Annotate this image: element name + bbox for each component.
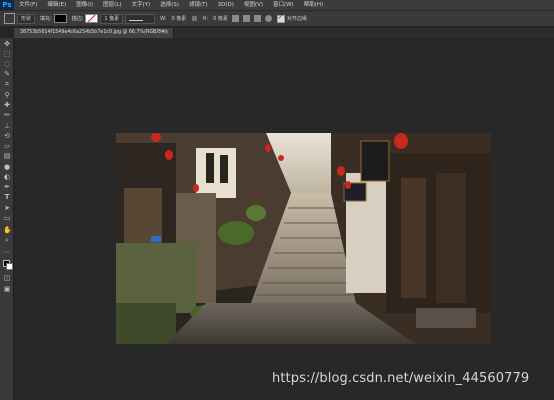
menu-bar: Ps 文件(F) 编辑(E) 图像(I) 图层(L) 文字(Y) 选择(S) 滤… — [0, 0, 554, 10]
checkbox-icon[interactable] — [276, 14, 285, 23]
stroke-label: 描边: — [71, 16, 84, 22]
document-tab-bar: 38753b5614f1549e4c6a254b5b7e1c0.jpg @ 66… — [14, 28, 554, 38]
old-town-stairway-photo — [116, 133, 491, 344]
width-field[interactable]: 0 像素 — [172, 15, 187, 22]
options-bar: 形状 填充: 描边: 1 像素 W: 0 像素 ⛓ H: 0 像素 对齐边缘 — [0, 10, 554, 27]
stroke-swatch[interactable] — [85, 14, 99, 23]
menu-type[interactable]: 文字(Y) — [127, 0, 156, 10]
document-image[interactable] — [116, 133, 491, 344]
menu-window[interactable]: 窗口(W) — [268, 0, 299, 10]
move-tool-icon[interactable]: ✥ — [3, 40, 11, 48]
menu-help[interactable]: 帮助(H) — [299, 0, 328, 10]
healing-brush-tool-icon[interactable]: ✚ — [3, 101, 11, 109]
menu-3d[interactable]: 3D(D) — [213, 0, 239, 10]
fill-label: 填充: — [40, 16, 52, 22]
marquee-tool-icon[interactable]: ⬚ — [3, 50, 11, 58]
document-tab-title: 38753b5614f1549e4c6a254b5b7e1c0.jpg @ 66… — [20, 30, 167, 35]
path-arrangement-icon[interactable] — [253, 15, 261, 22]
menu-image[interactable]: 图像(I) — [71, 0, 98, 10]
eraser-tool-icon[interactable]: ▱ — [3, 142, 11, 150]
history-brush-tool-icon[interactable]: ⟲ — [3, 132, 11, 140]
watermark-url: https://blog.csdn.net/weixin_44560779 — [272, 371, 530, 386]
hand-tool-icon[interactable]: ✋ — [3, 226, 12, 234]
menu-edit[interactable]: 编辑(E) — [42, 0, 71, 10]
more-tools-icon[interactable]: ⋯ — [3, 248, 11, 256]
tools-panel: ✥ ⬚ ◌ ✎ ⌗ ⚲ ✚ ✏ ⊥ ⟲ ▱ ▤ ● ◐ ✒ T ➤ ▭ ✋ ⌕ … — [0, 38, 14, 400]
h-label: H: — [202, 15, 209, 22]
align-edges-label: 对齐边缘 — [286, 16, 307, 22]
path-alignment-icon[interactable] — [242, 15, 250, 22]
settings-gear-icon[interactable] — [264, 15, 272, 22]
rectangle-tool-icon[interactable]: ▭ — [3, 214, 11, 222]
menu-layer[interactable]: 图层(L) — [98, 0, 126, 10]
gradient-tool-icon[interactable]: ▤ — [3, 152, 11, 160]
stroke-size-field[interactable]: 1 像素 — [100, 13, 124, 24]
path-operations-icon[interactable] — [231, 15, 239, 22]
menu-select[interactable]: 选择(S) — [155, 0, 184, 10]
document-tab[interactable]: 38753b5614f1549e4c6a254b5b7e1c0.jpg @ 66… — [14, 28, 174, 38]
link-icon[interactable]: ⛓ — [191, 16, 197, 22]
align-edges-checkbox[interactable]: 对齐边缘 — [276, 14, 307, 23]
fill-swatch[interactable] — [53, 14, 67, 23]
menu-filter[interactable]: 滤镜(T) — [184, 0, 213, 10]
w-label: W: — [160, 15, 167, 22]
type-tool-icon[interactable]: T — [3, 193, 11, 201]
quick-select-tool-icon[interactable]: ✎ — [3, 70, 11, 78]
clone-stamp-tool-icon[interactable]: ⊥ — [3, 122, 11, 130]
shape-mode-select[interactable]: 形状 — [17, 13, 36, 24]
stroke-type-select[interactable] — [125, 13, 156, 24]
height-field[interactable]: 0 像素 — [213, 15, 228, 22]
blur-tool-icon[interactable]: ● — [3, 163, 11, 171]
dodge-tool-icon[interactable]: ◐ — [3, 173, 11, 181]
eyedropper-tool-icon[interactable]: ⚲ — [3, 91, 11, 99]
close-icon[interactable]: × — [164, 28, 169, 38]
path-selection-tool-icon[interactable]: ➤ — [3, 204, 11, 212]
brush-tool-icon[interactable]: ✏ — [3, 111, 11, 119]
pen-tool-icon[interactable]: ✒ — [3, 183, 11, 191]
color-swatches-icon[interactable] — [3, 260, 13, 270]
menu-file[interactable]: 文件(F) — [14, 0, 42, 10]
photoshop-logo: Ps — [0, 0, 14, 10]
screen-mode-icon[interactable]: ▣ — [3, 285, 11, 293]
shape-tool-icon[interactable] — [4, 13, 15, 24]
quick-mask-icon[interactable]: ◫ — [3, 274, 11, 282]
menu-view[interactable]: 视图(V) — [239, 0, 268, 10]
crop-tool-icon[interactable]: ⌗ — [3, 80, 11, 88]
lasso-tool-icon[interactable]: ◌ — [3, 60, 11, 68]
zoom-tool-icon[interactable]: ⌕ — [3, 236, 11, 244]
